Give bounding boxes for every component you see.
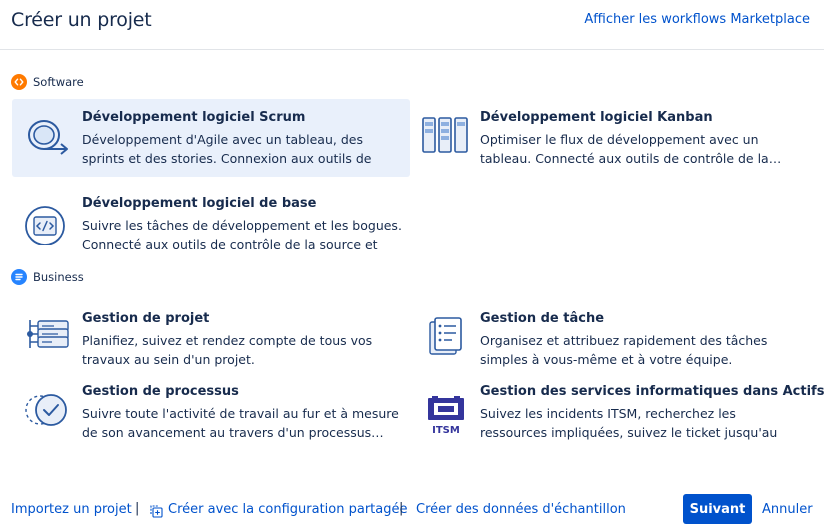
import-project-link[interactable]: Importez un projet [11, 502, 132, 517]
dialog-footer: Importez un projet | Créer avec la confi… [0, 488, 824, 530]
footer-separator: | [135, 501, 140, 516]
template-scrum-name: Développement logiciel Scrum [82, 110, 306, 125]
template-basic-card[interactable]: Développement logiciel de base Suivre le… [12, 185, 410, 263]
project-list-icon [24, 314, 70, 360]
template-task-name: Gestion de tâche [480, 311, 605, 326]
template-process-card[interactable]: Gestion de processus Suivre toute l'acti… [12, 373, 410, 451]
shared-config-icon [150, 503, 163, 522]
section-software-label: Software [33, 75, 84, 89]
template-process-desc: Suivre toute l'activité de travail au fu… [82, 406, 399, 440]
template-project-desc: Planifiez, suivez et rendez compte de to… [82, 333, 373, 367]
section-business-label: Business [33, 270, 84, 284]
template-task-desc: Organisez et attribuez rapidement des tâ… [480, 333, 768, 367]
template-itsm-name: Gestion des services informatiques dans … [480, 384, 824, 399]
template-project-card[interactable]: Gestion de projet Planifiez, suivez et r… [12, 300, 410, 378]
code-brackets-icon [11, 74, 27, 90]
template-kanban-name: Développement logiciel Kanban [480, 110, 713, 125]
task-cards-icon [422, 314, 468, 360]
next-button[interactable]: Suivant [683, 494, 752, 524]
template-process-name: Gestion de processus [82, 384, 239, 399]
cancel-button[interactable]: Annuler [762, 502, 813, 517]
template-kanban-desc: Optimiser le flux de développement avec … [480, 132, 782, 166]
sample-data-link[interactable]: Créer des données d'échantillon [416, 502, 626, 517]
template-basic-desc: Suivre les tâches de développement et le… [82, 218, 402, 252]
marketplace-workflows-link[interactable]: Afficher les workflows Marketplace [584, 12, 810, 27]
itsm-logo-icon: ITSM [422, 387, 468, 436]
section-software-header: Software [11, 74, 84, 90]
dialog-header: Créer un projet Afficher les workflows M… [0, 0, 824, 50]
template-kanban-card[interactable]: Développement logiciel Kanban Optimiser … [410, 99, 808, 177]
template-scrum-card[interactable]: Développement logiciel Scrum Développeme… [12, 99, 410, 177]
kanban-board-icon [422, 113, 468, 159]
itsm-logo-text: ITSM [432, 425, 460, 433]
code-icon [24, 199, 70, 246]
template-task-card[interactable]: Gestion de tâche Organisez et attribuez … [410, 300, 808, 378]
section-business-header: Business [11, 269, 84, 285]
footer-separator: | [399, 501, 404, 516]
page-title: Créer un projet [11, 9, 152, 31]
template-itsm-desc: Suivez les incidents ITSM, recherchez le… [480, 406, 778, 440]
scrum-cycle-icon [24, 113, 70, 159]
template-basic-name: Développement logiciel de base [82, 196, 317, 211]
template-itsm-card[interactable]: ITSM Gestion des services informatiques … [410, 373, 824, 451]
shared-config-link[interactable]: Créer avec la configuration partagée [168, 502, 408, 517]
list-lines-icon [11, 269, 27, 285]
template-scrum-desc: Développement d'Agile avec un tableau, d… [82, 132, 372, 166]
process-check-icon [24, 387, 70, 433]
template-project-name: Gestion de projet [82, 311, 210, 326]
